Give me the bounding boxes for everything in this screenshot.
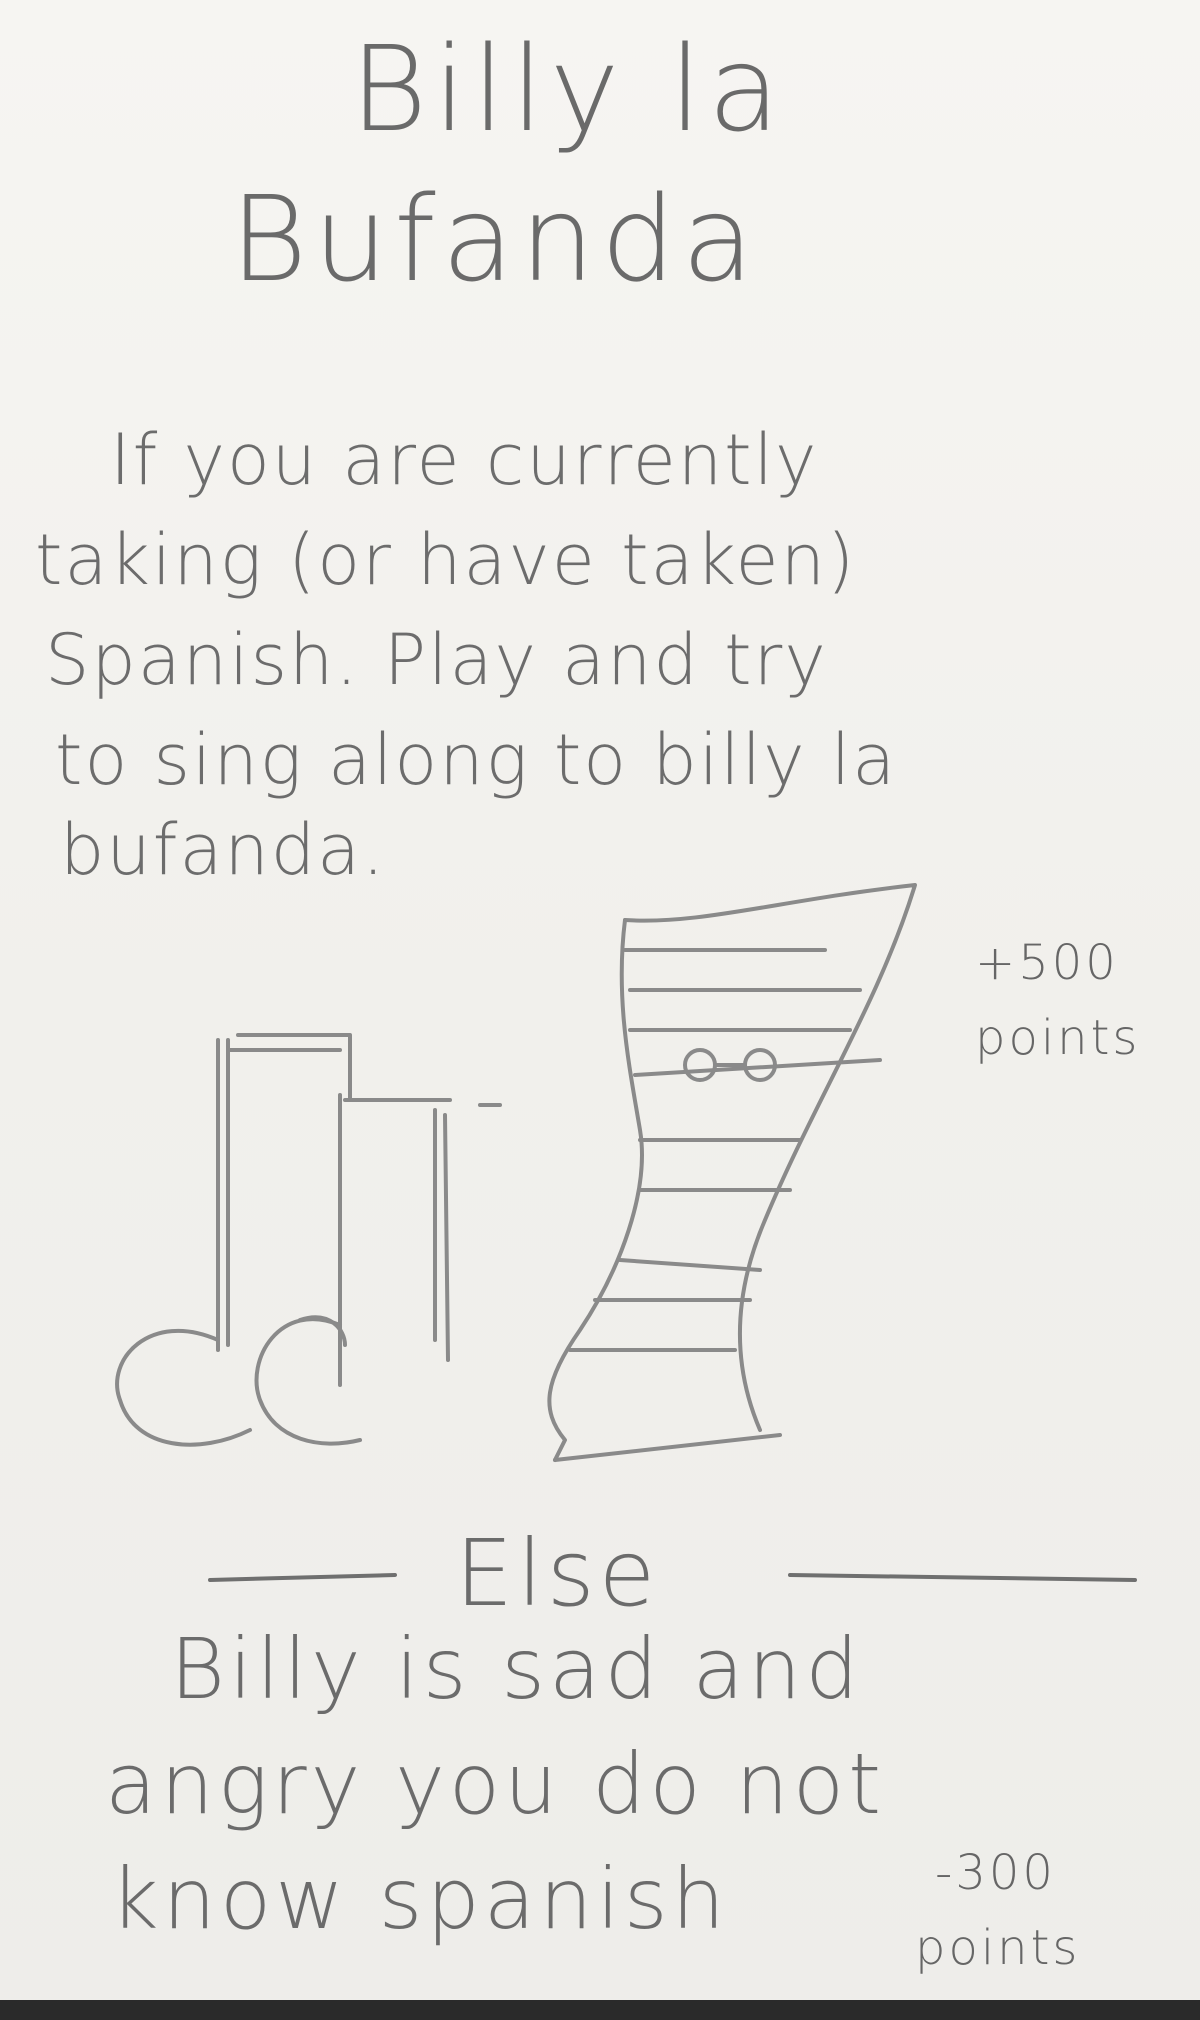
background-edge [0, 2000, 1200, 2020]
penalty-line-2: angry you do not [105, 1735, 886, 1833]
penalty-line-1: Billy is sad and [170, 1620, 863, 1718]
game-card: Billy la Bufanda If you are currently ta… [0, 0, 1200, 2020]
penalty-line-3: know spanish [110, 1850, 729, 1948]
penalty-amount: -300 [935, 1845, 1056, 1901]
divider-label: Else [455, 1520, 660, 1627]
penalty-unit: points [915, 1920, 1081, 1976]
